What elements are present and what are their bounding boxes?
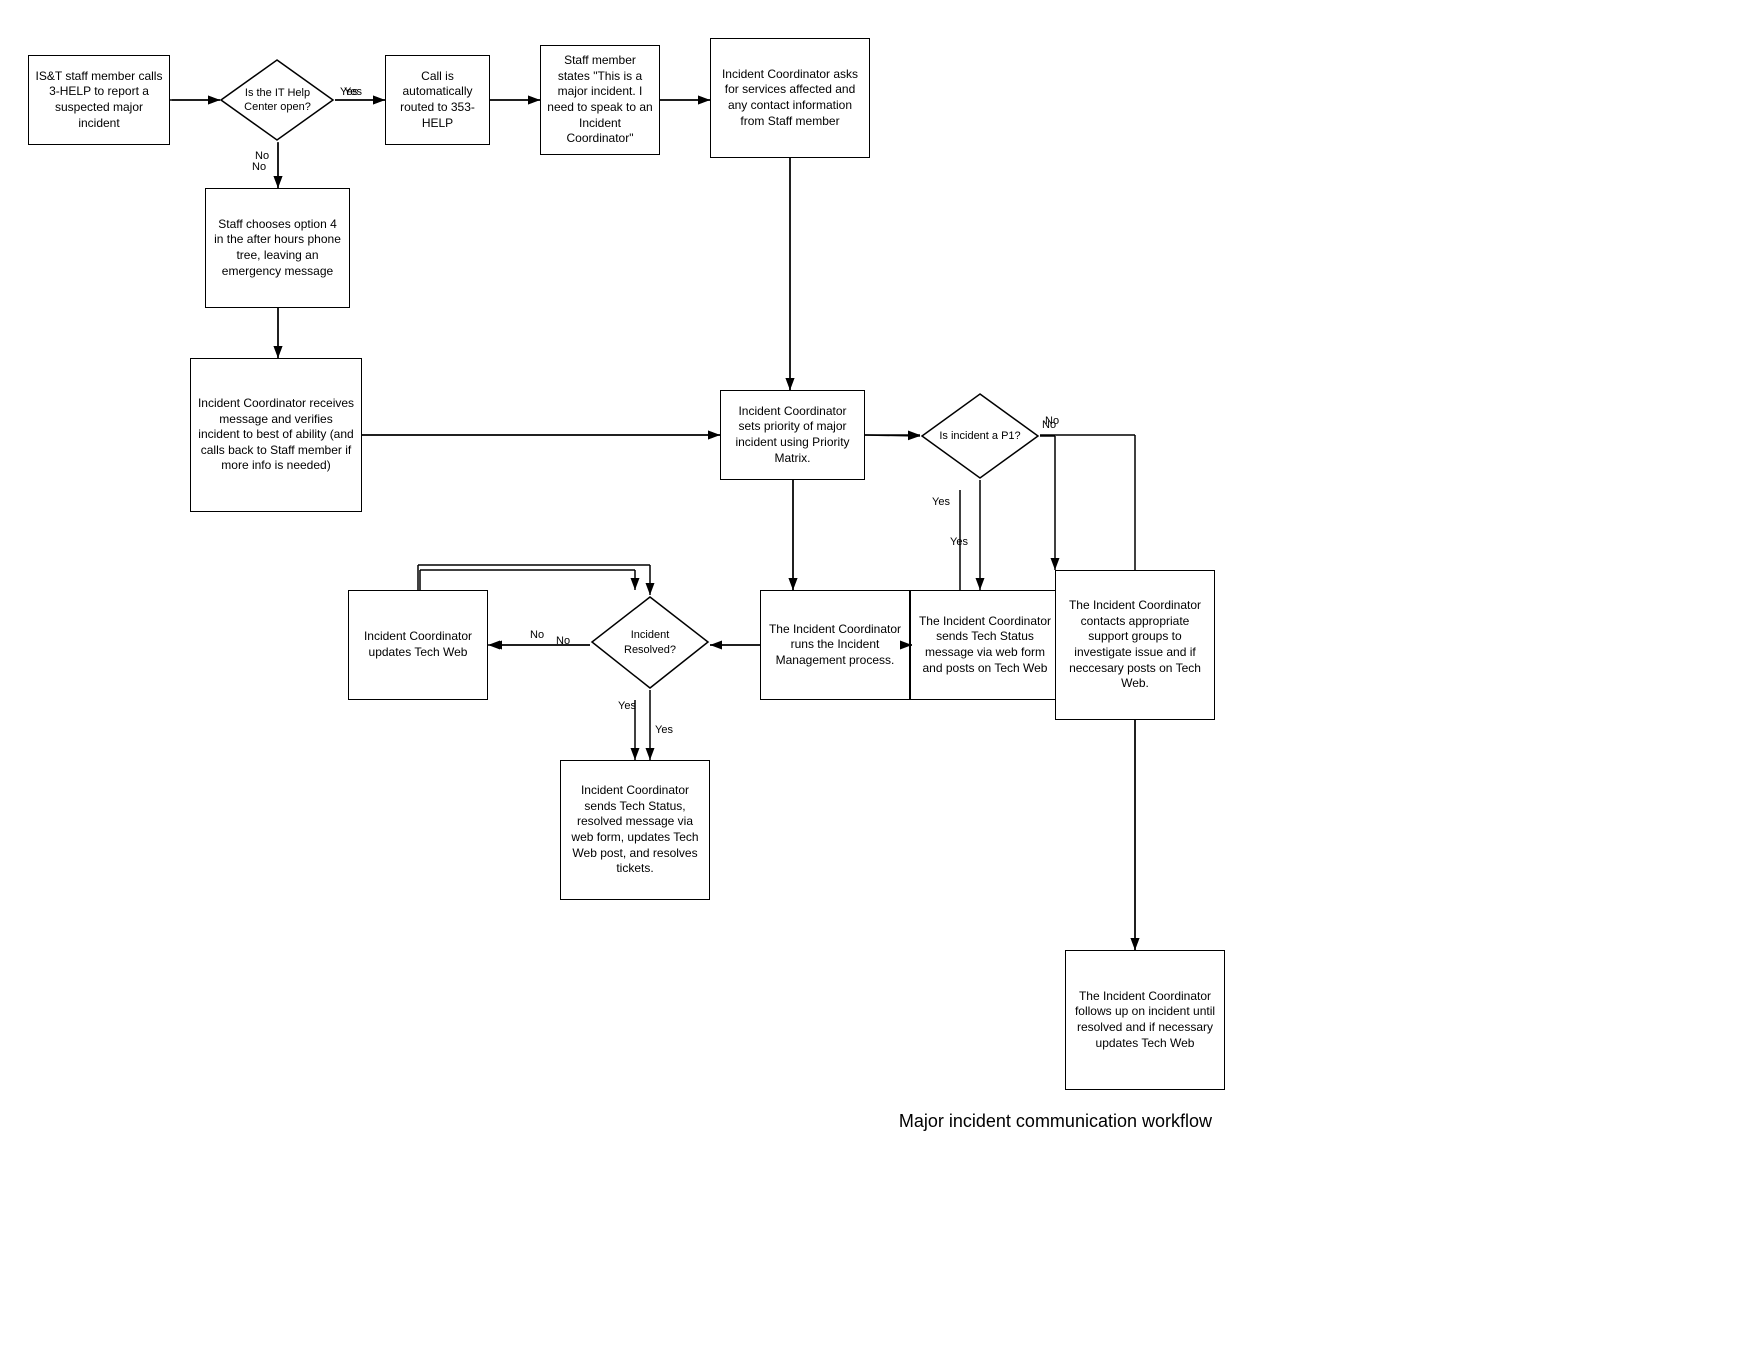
ic-sends-tech-status-box: The Incident Coordinator sends Tech Stat… — [910, 590, 1060, 700]
is-p1-diamond: Is incident a P1? — [920, 392, 1040, 480]
yes-label-resolved: Yes — [618, 700, 636, 712]
staff-states-box: Staff member states "This is a major inc… — [540, 45, 660, 155]
ic-sets-priority-text: Incident Coordinator sets priority of ma… — [727, 404, 858, 466]
ic-receives-box: Incident Coordinator receives message an… — [190, 358, 362, 512]
no-label-resolved: No — [556, 635, 570, 647]
ic-sends-tech-status-text: The Incident Coordinator sends Tech Stat… — [917, 614, 1053, 676]
start-box: IS&T staff member calls 3-HELP to report… — [28, 55, 170, 145]
incident-resolved-diamond: Incident Resolved? — [590, 595, 710, 690]
call-routed-box: Call is automatically routed to 353-HELP — [385, 55, 490, 145]
yes-label-1: Yes — [340, 86, 358, 98]
ic-follows-up-text: The Incident Coordinator follows up on i… — [1072, 989, 1218, 1051]
ic-sets-priority-box: Incident Coordinator sets priority of ma… — [720, 390, 865, 480]
ic-asks-text: Incident Coordinator asks for services a… — [717, 67, 863, 129]
start-box-text: IS&T staff member calls 3-HELP to report… — [35, 69, 163, 131]
staff-chooses-box: Staff chooses option 4 in the after hour… — [205, 188, 350, 308]
ic-updates-text: Incident Coordinator updates Tech Web — [355, 629, 481, 660]
incident-resolved-text: Incident Resolved? — [606, 628, 694, 657]
yes-label-p1: Yes — [932, 496, 950, 508]
ic-asks-box: Incident Coordinator asks for services a… — [710, 38, 870, 158]
no-label-p1: No — [1045, 415, 1059, 427]
ic-contacts-box: The Incident Coordinator contacts approp… — [1055, 570, 1215, 720]
ic-contacts-text: The Incident Coordinator contacts approp… — [1062, 598, 1208, 692]
ic-sends-resolved-text: Incident Coordinator sends Tech Status, … — [567, 783, 703, 877]
ic-sends-resolved-box: Incident Coordinator sends Tech Status, … — [560, 760, 710, 900]
ic-follows-up-box: The Incident Coordinator follows up on i… — [1065, 950, 1225, 1090]
help-center-diamond-text: Is the IT Help Center open? — [235, 86, 320, 115]
ic-receives-text: Incident Coordinator receives message an… — [197, 396, 355, 474]
call-routed-text: Call is automatically routed to 353-HELP — [392, 69, 483, 131]
ic-runs-box: The Incident Coordinator runs the Incide… — [760, 590, 910, 700]
ic-updates-box: Incident Coordinator updates Tech Web — [348, 590, 488, 700]
is-p1-text: Is incident a P1? — [935, 429, 1025, 443]
staff-chooses-text: Staff chooses option 4 in the after hour… — [212, 217, 343, 279]
help-center-diamond: Is the IT Help Center open? — [220, 58, 335, 142]
page-title: Major incident communication workflow — [862, 1111, 1212, 1132]
ic-runs-text: The Incident Coordinator runs the Incide… — [767, 622, 903, 669]
no-label-1: No — [255, 150, 269, 162]
staff-states-text: Staff member states "This is a major inc… — [547, 53, 653, 147]
